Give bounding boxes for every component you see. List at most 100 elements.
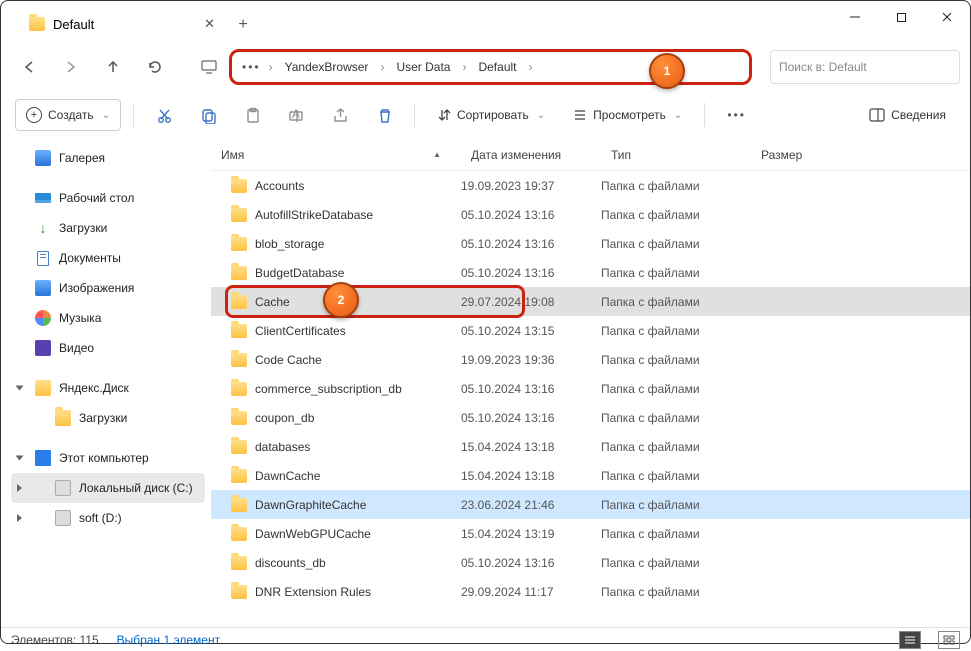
column-size[interactable]: Размер (751, 148, 831, 162)
folder-icon (231, 208, 247, 222)
file-date: 29.09.2024 11:17 (461, 585, 601, 599)
file-type: Папка с файлами (601, 208, 751, 222)
sidebar-this-pc[interactable]: Этот компьютер (11, 443, 205, 473)
sidebar-documents[interactable]: Документы (11, 243, 205, 273)
pc-icon (195, 60, 223, 74)
maximize-button[interactable] (878, 1, 924, 33)
sidebar-videos[interactable]: Видео (11, 333, 205, 363)
close-tab-icon[interactable]: ✕ (204, 16, 215, 32)
file-row[interactable]: DawnGraphiteCache23.06.2024 21:46Папка с… (211, 490, 970, 519)
column-type[interactable]: Тип (601, 148, 751, 162)
breadcrumb-seg-2[interactable]: Default (474, 60, 520, 74)
sidebar-pictures[interactable]: Изображения (11, 273, 205, 303)
sidebar-desktop[interactable]: Рабочий стол (11, 183, 205, 213)
details-view-button[interactable] (899, 631, 921, 649)
sidebar-item-label: Яндекс.Диск (59, 381, 129, 395)
file-type: Папка с файлами (601, 382, 751, 396)
column-name[interactable]: Имя▲ (211, 148, 461, 162)
up-button[interactable] (95, 49, 131, 85)
file-row[interactable]: BudgetDatabase05.10.2024 13:16Папка с фа… (211, 258, 970, 287)
sidebar-item-label: Документы (59, 251, 121, 265)
file-date: 15.04.2024 13:19 (461, 527, 601, 541)
file-type: Папка с файлами (601, 295, 751, 309)
file-row[interactable]: commerce_subscription_db05.10.2024 13:16… (211, 374, 970, 403)
column-label: Размер (761, 148, 802, 162)
more-button[interactable]: ••• (717, 99, 756, 131)
sidebar-gallery[interactable]: Галерея (11, 143, 205, 173)
file-type: Папка с файлами (601, 469, 751, 483)
file-date: 05.10.2024 13:16 (461, 411, 601, 425)
document-icon (35, 250, 51, 266)
paste-button[interactable] (234, 99, 270, 131)
overflow-icon[interactable]: ••• (242, 60, 261, 74)
sidebar-yandex-disk[interactable]: Яндекс.Диск (11, 373, 205, 403)
drive-icon (55, 480, 71, 496)
gallery-icon (35, 150, 51, 166)
file-row[interactable]: Accounts19.09.2023 19:37Папка с файлами (211, 171, 970, 200)
music-icon (35, 310, 51, 326)
sort-button[interactable]: Сортировать ⌄ (427, 99, 555, 131)
sidebar-downloads[interactable]: ↓Загрузки (11, 213, 205, 243)
file-name: Code Cache (255, 353, 322, 367)
chevron-right-icon: › (460, 60, 468, 74)
file-name: ClientCertificates (255, 324, 346, 338)
delete-button[interactable] (366, 99, 402, 131)
sidebar-item-label: soft (D:) (79, 511, 122, 525)
file-name: DawnCache (255, 469, 320, 483)
file-row[interactable]: blob_storage05.10.2024 13:16Папка с файл… (211, 229, 970, 258)
file-row[interactable]: DawnCache15.04.2024 13:18Папка с файлами (211, 461, 970, 490)
file-row[interactable]: DawnWebGPUCache15.04.2024 13:19Папка с ф… (211, 519, 970, 548)
copy-button[interactable] (190, 99, 226, 131)
pc-icon (35, 450, 51, 466)
column-headers[interactable]: Имя▲ Дата изменения Тип Размер (211, 139, 970, 171)
folder-icon (231, 556, 247, 570)
share-button[interactable] (322, 99, 358, 131)
search-input[interactable]: Поиск в: Default (770, 50, 960, 84)
desktop-icon (35, 190, 51, 206)
thumbnails-view-button[interactable] (938, 631, 960, 649)
forward-button[interactable] (53, 49, 89, 85)
new-tab-button[interactable]: + (227, 7, 259, 43)
view-button[interactable]: Просмотреть ⌄ (563, 99, 692, 131)
details-pane-button[interactable]: Сведения (859, 99, 956, 131)
close-window-button[interactable] (924, 1, 970, 33)
sidebar-drive-c[interactable]: Локальный диск (C:) (11, 473, 205, 503)
file-row[interactable]: Code Cache19.09.2023 19:36Папка с файлам… (211, 345, 970, 374)
file-type: Папка с файлами (601, 498, 751, 512)
column-label: Тип (611, 148, 631, 162)
sidebar-drive-d[interactable]: soft (D:) (11, 503, 205, 533)
sidebar-yadisk-downloads[interactable]: Загрузки (11, 403, 205, 433)
rename-button[interactable]: A (278, 99, 314, 131)
column-label: Имя (221, 148, 244, 162)
file-row[interactable]: discounts_db05.10.2024 13:16Папка с файл… (211, 548, 970, 577)
minimize-button[interactable] (832, 1, 878, 33)
breadcrumb-seg-1[interactable]: User Data (392, 60, 454, 74)
refresh-button[interactable] (137, 49, 173, 85)
folder-icon (231, 527, 247, 541)
file-name: coupon_db (255, 411, 314, 425)
cut-button[interactable] (146, 99, 182, 131)
chevron-down-icon: ⌄ (537, 110, 545, 121)
column-date[interactable]: Дата изменения (461, 148, 601, 162)
sidebar-item-label: Загрузки (59, 221, 107, 235)
file-row[interactable]: DNR Extension Rules29.09.2024 11:17Папка… (211, 577, 970, 606)
file-row[interactable]: databases15.04.2024 13:18Папка с файлами (211, 432, 970, 461)
file-date: 15.04.2024 13:18 (461, 440, 601, 454)
file-row[interactable]: coupon_db 05.10.2024 13:16Папка с файлами (211, 403, 970, 432)
file-name: DNR Extension Rules (255, 585, 371, 599)
back-button[interactable] (11, 49, 47, 85)
window-controls (832, 1, 970, 33)
divider (704, 103, 705, 127)
tab-default[interactable]: Default ✕ (17, 7, 227, 41)
file-name: DawnGraphiteCache (255, 498, 366, 512)
file-type: Папка с файлами (601, 411, 751, 425)
file-row[interactable]: ClientCertificates05.10.2024 13:15Папка … (211, 316, 970, 345)
folder-icon (231, 295, 247, 309)
file-row[interactable]: AutofillStrikeDatabase05.10.2024 13:16Па… (211, 200, 970, 229)
sidebar-music[interactable]: Музыка (11, 303, 205, 333)
file-name: AutofillStrikeDatabase (255, 208, 373, 222)
breadcrumb-seg-0[interactable]: YandexBrowser (281, 60, 373, 74)
command-toolbar: + Создать ⌄ A Сортировать ⌄ Просмотреть … (1, 91, 970, 139)
create-button[interactable]: + Создать ⌄ (15, 99, 121, 131)
file-type: Папка с файлами (601, 266, 751, 280)
